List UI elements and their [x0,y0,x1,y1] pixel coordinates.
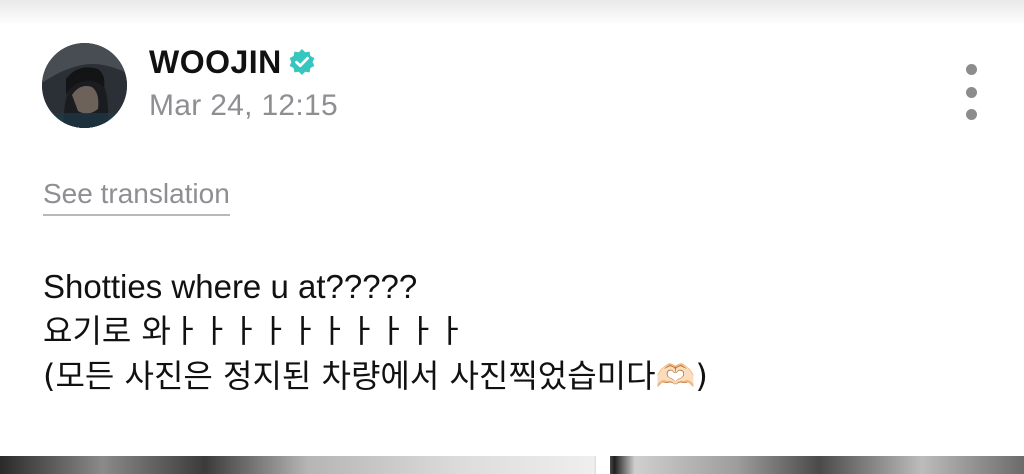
photo-divider [596,456,610,474]
author-name[interactable]: WOOJIN [149,44,282,81]
verified-badge-icon [288,48,316,76]
ellipsis-dot-icon [965,109,977,120]
avatar[interactable] [42,43,127,128]
post-timestamp: Mar 24, 12:15 [149,89,339,122]
avatar-photo [42,43,127,128]
post-body: Shotties where u at????? 요기로 와ㅏㅏㅏㅏㅏㅏㅏㅏㅏㅏ… [43,264,1003,399]
post-text-line: (모든 사진은 정지된 차량에서 사진찍었습미다🫶🏻) [43,357,708,395]
ellipsis-dot-icon [965,64,977,75]
top-shade [0,0,1024,26]
attached-photos[interactable] [0,456,1024,474]
author-row: WOOJIN [149,42,316,82]
post-text-line: Shotties where u at????? [43,268,418,305]
post-text-line: 요기로 와ㅏㅏㅏㅏㅏㅏㅏㅏㅏㅏ [43,312,466,350]
see-translation-link[interactable]: See translation [43,178,230,216]
more-options-button[interactable] [958,64,984,120]
ellipsis-dot-icon [965,86,977,98]
